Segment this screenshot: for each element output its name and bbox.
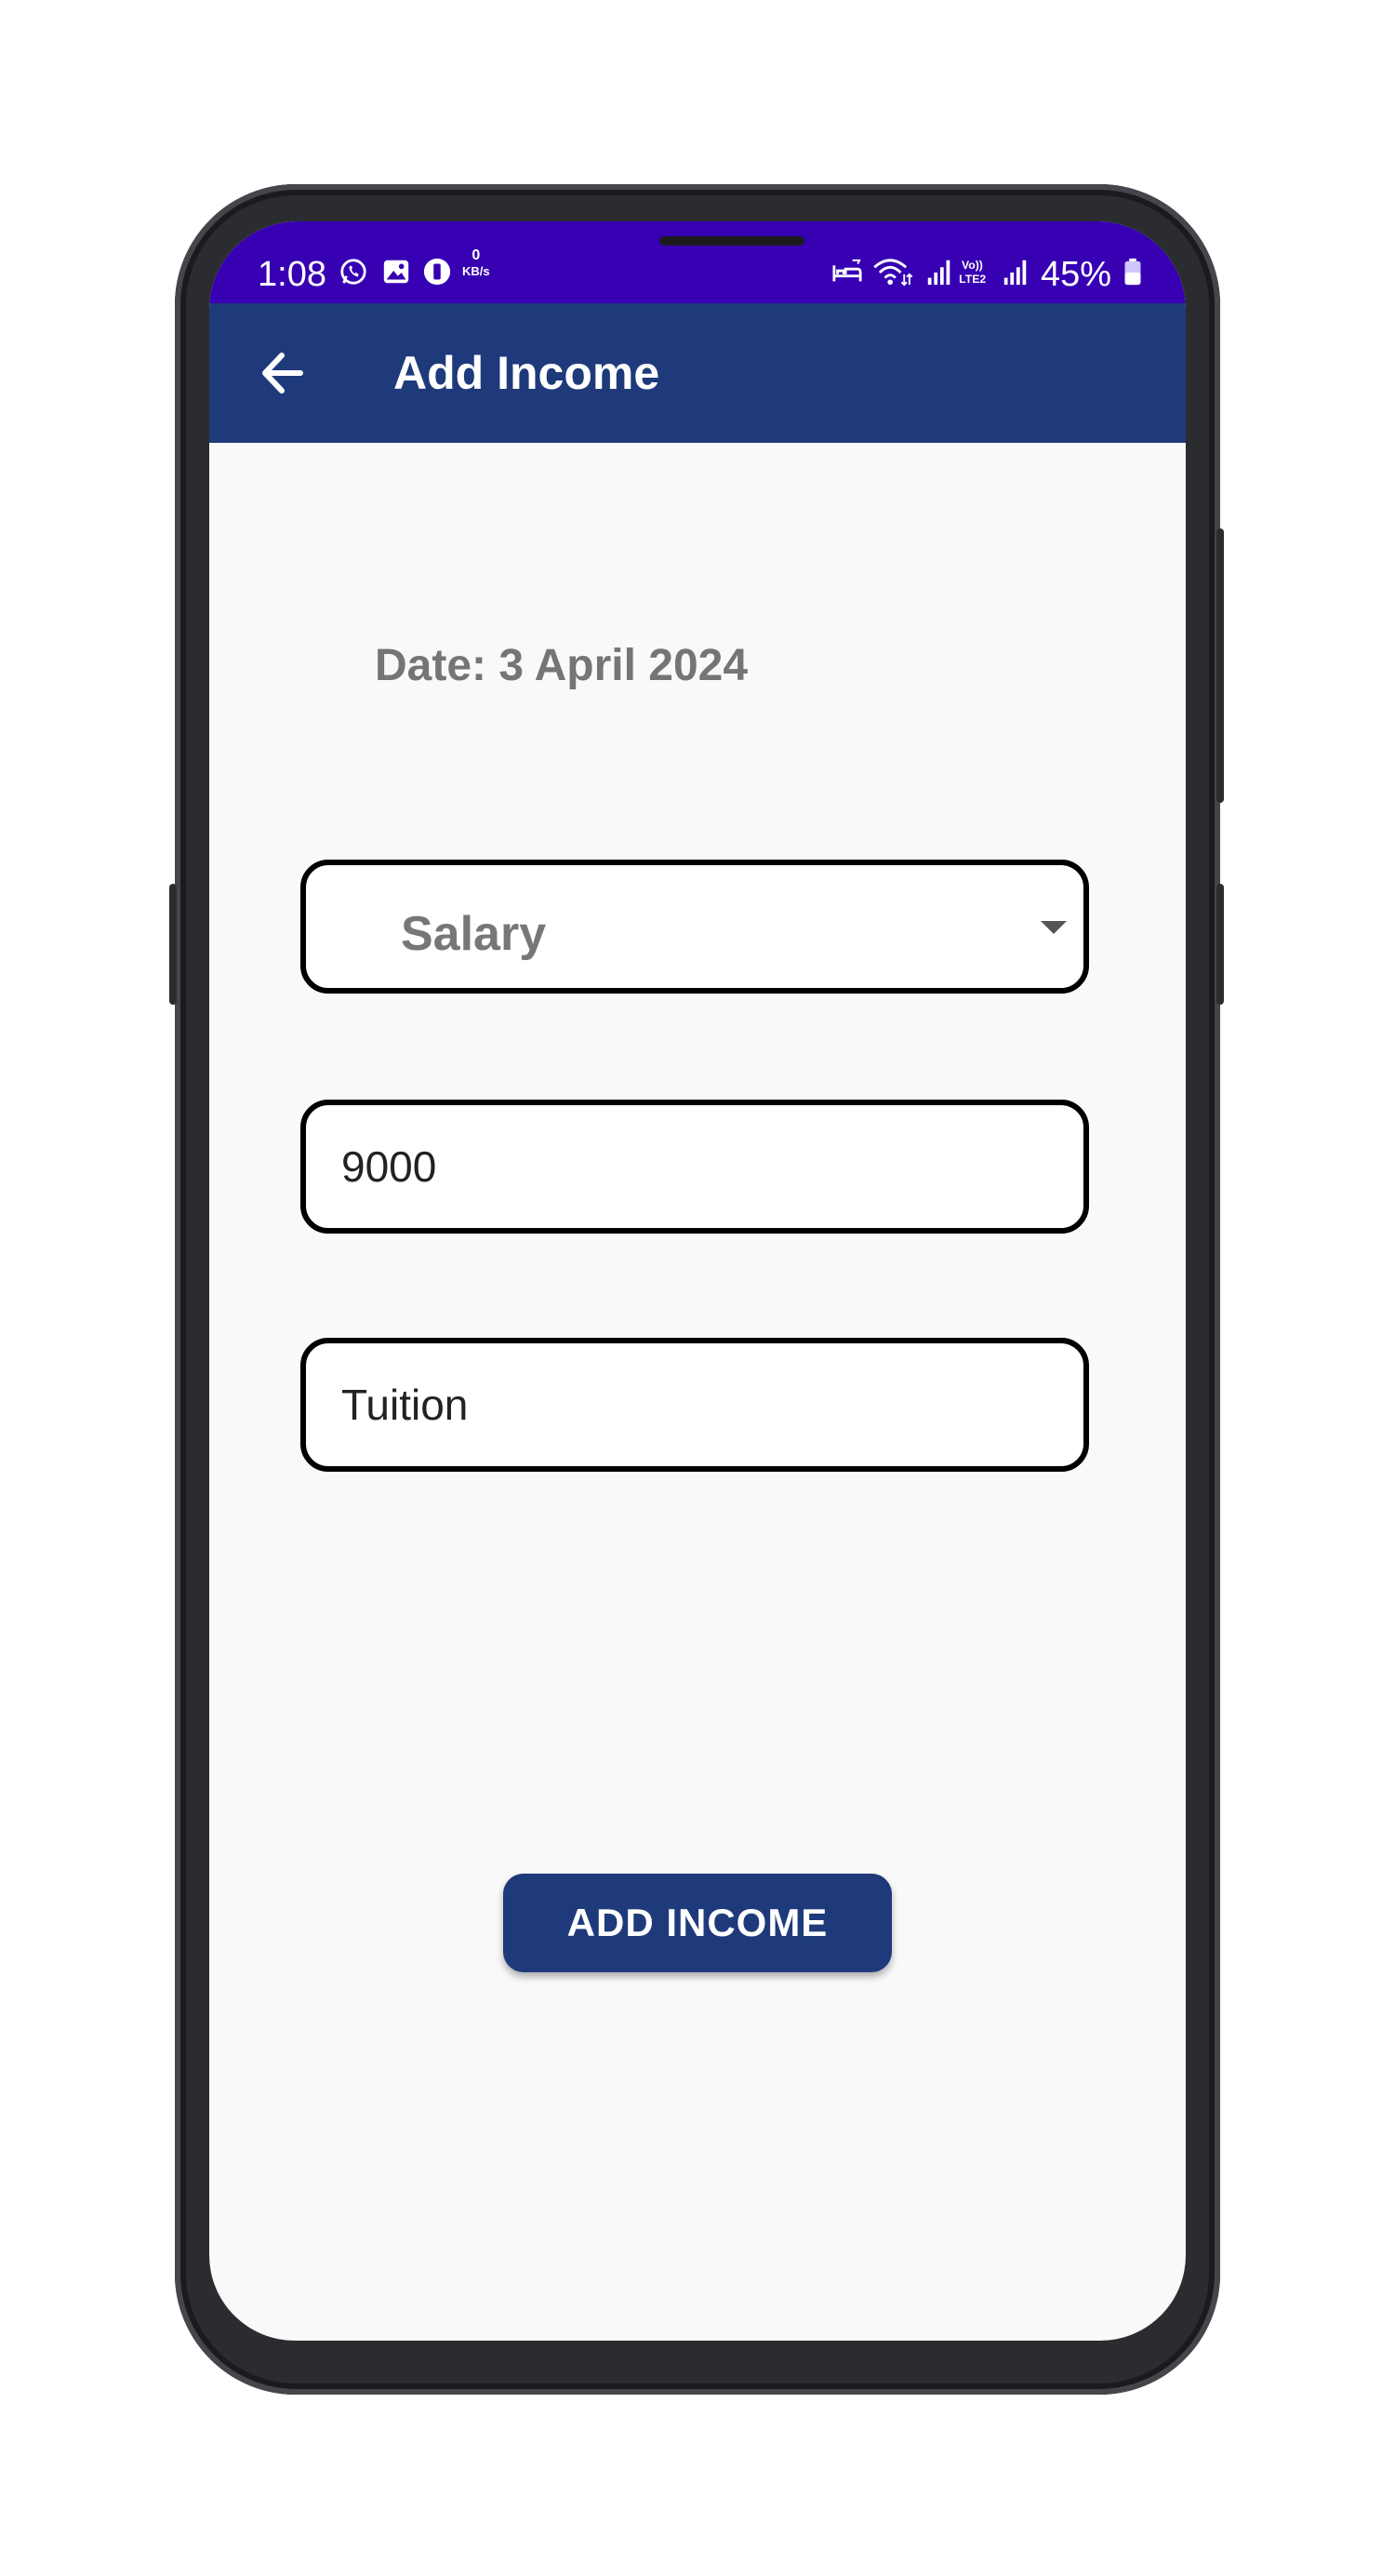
signal-icon [1003,260,1027,286]
svg-text:LTE2: LTE2 [959,273,986,286]
volte-icon: Vo)) LTE2 [959,259,986,286]
network-speed: 0 KB/s [462,247,490,279]
app-bar: Add Income [209,303,1186,443]
whatsapp-icon [340,259,366,285]
speed-value: 0 [472,247,481,263]
side-key [169,884,177,1005]
dropdown-arrow-icon [1041,921,1067,934]
status-time: 1:08 [258,255,326,294]
page-title: Add Income [393,347,660,399]
bed-icon [832,259,862,282]
battery-percentage: 45% [1040,255,1111,294]
back-button[interactable] [246,336,321,410]
category-spinner[interactable]: Salary [300,860,1089,994]
volume-button [1216,884,1224,1005]
amount-input[interactable] [341,1105,1048,1228]
notification-icon [423,258,451,286]
add-income-button[interactable]: ADD INCOME [503,1874,892,1972]
earpiece [659,236,804,246]
screen: 1:08 0 KB/s Vo)) LTE2 45% Add Income Dat… [209,221,1186,2341]
signal-icon [927,260,950,286]
note-input[interactable] [341,1343,1048,1466]
battery-icon [1124,258,1141,286]
gallery-icon [383,260,409,284]
speed-unit: KB/s [462,264,490,278]
amount-field-container [300,1100,1089,1234]
status-bar: 1:08 0 KB/s Vo)) LTE2 45% [209,221,1186,303]
power-button [1216,528,1224,803]
wifi-icon [873,259,913,287]
note-field-container [300,1338,1089,1472]
phone-frame: 1:08 0 KB/s Vo)) LTE2 45% Add Income Dat… [169,184,1224,2395]
category-selected-value: Salary [401,907,547,961]
svg-text:Vo)): Vo)) [962,259,983,272]
arrow-left-icon [262,353,303,394]
date-label[interactable]: Date: 3 April 2024 [375,640,748,691]
